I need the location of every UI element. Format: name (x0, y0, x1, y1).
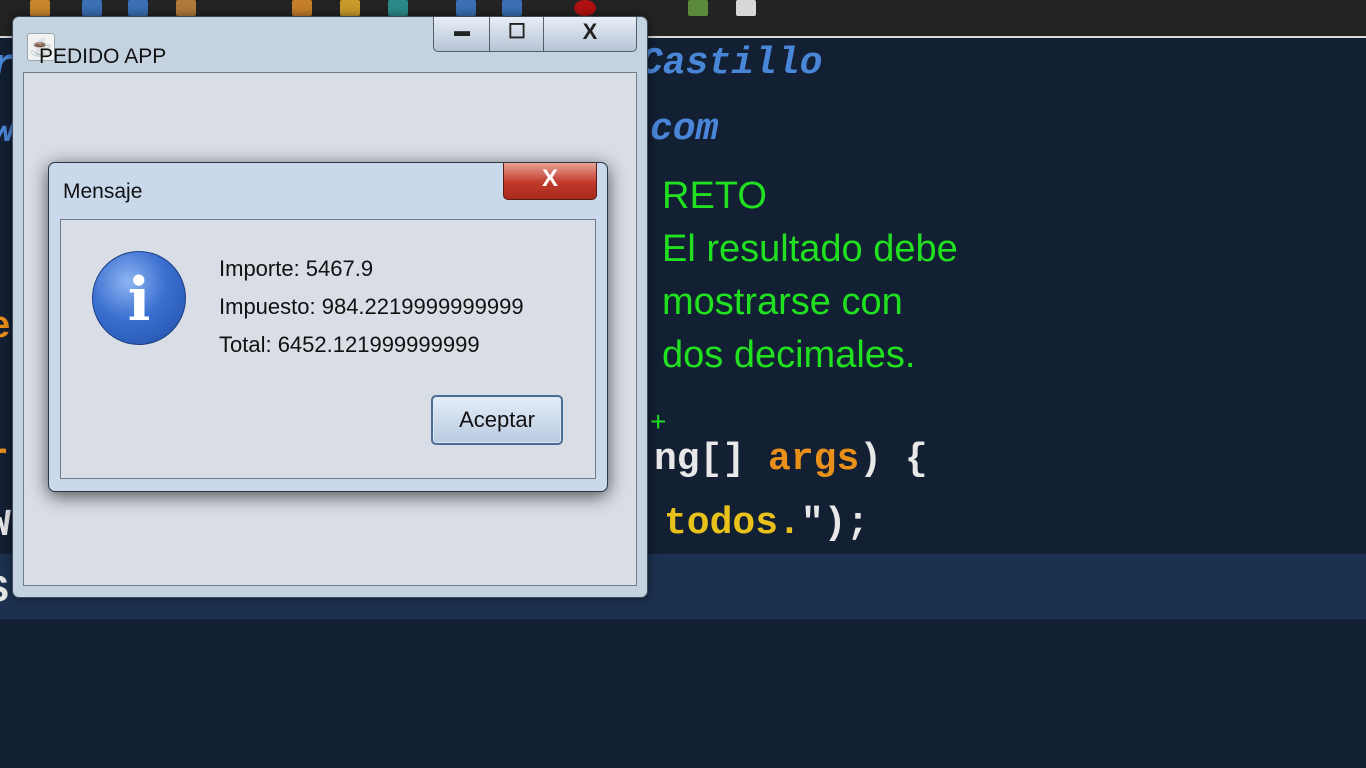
toolbar-icon-save[interactable] (176, 0, 196, 16)
window-controls: ▬ ☐ X (433, 17, 637, 53)
message-impuesto: Impuesto: 984.2219999999999 (219, 294, 524, 319)
dialog-content: i Importe: 5467.9 Impuesto: 984.22199999… (60, 219, 596, 479)
toolbar-icon-clean[interactable] (128, 0, 148, 16)
code-string: todos. (664, 502, 801, 545)
toolbar-icon-run[interactable] (30, 0, 50, 16)
code-main-signature: ng[] args) { (654, 438, 928, 482)
minimize-button[interactable]: ▬ (433, 17, 491, 52)
code-comment-email: com (650, 108, 719, 151)
code-left-fragment-6: S (0, 570, 9, 614)
message-total: Total: 6452.121999999999 (219, 332, 480, 357)
code-left-fragment-5: W (0, 504, 11, 548)
aceptar-button[interactable]: Aceptar (431, 395, 563, 445)
note-line-2: El resultado debe (662, 228, 958, 270)
toolbar-icon-output[interactable] (688, 0, 708, 16)
note-line-3: mostrarse con (662, 281, 903, 323)
window-title: PEDIDO APP (39, 45, 167, 68)
toolbar-icon-stop[interactable] (574, 0, 596, 16)
code-statement-end: "); (800, 502, 870, 545)
toolbar-icon-forward[interactable] (502, 0, 522, 16)
dialog-close-button[interactable]: X (503, 163, 597, 200)
information-icon-glyph: i (127, 265, 151, 335)
code-print-statement: todos."); (664, 502, 869, 546)
code-param-args: args (768, 438, 860, 481)
toolbar-icon-back[interactable] (456, 0, 476, 16)
code-comment-author: Castillo (640, 42, 823, 85)
code-type: ng[] (654, 438, 769, 481)
toolbar-icon-step[interactable] (340, 0, 360, 16)
code-left-fragment-3: e (0, 306, 11, 350)
toolbar-icon-format[interactable] (736, 0, 756, 16)
code-left-fragment-4: r (0, 438, 9, 482)
note-marker: + (650, 406, 667, 437)
code-brace: ) { (859, 438, 928, 481)
close-button[interactable]: X (543, 17, 637, 52)
message-importe: Importe: 5467.9 (219, 256, 374, 281)
note-line-1: RETO (662, 175, 767, 217)
toolbar-icon-build[interactable] (82, 0, 102, 16)
note-line-4: dos decimales. (662, 334, 916, 376)
message-dialog[interactable]: Mensaje X i Importe: 5467.9 Impuesto: 98… (48, 162, 608, 492)
information-icon: i (92, 251, 186, 345)
toolbar-icon-debug[interactable] (292, 0, 312, 16)
toolbar-icon-profile[interactable] (388, 0, 408, 16)
maximize-button[interactable]: ☐ (489, 17, 545, 52)
dialog-title: Mensaje (63, 180, 143, 203)
